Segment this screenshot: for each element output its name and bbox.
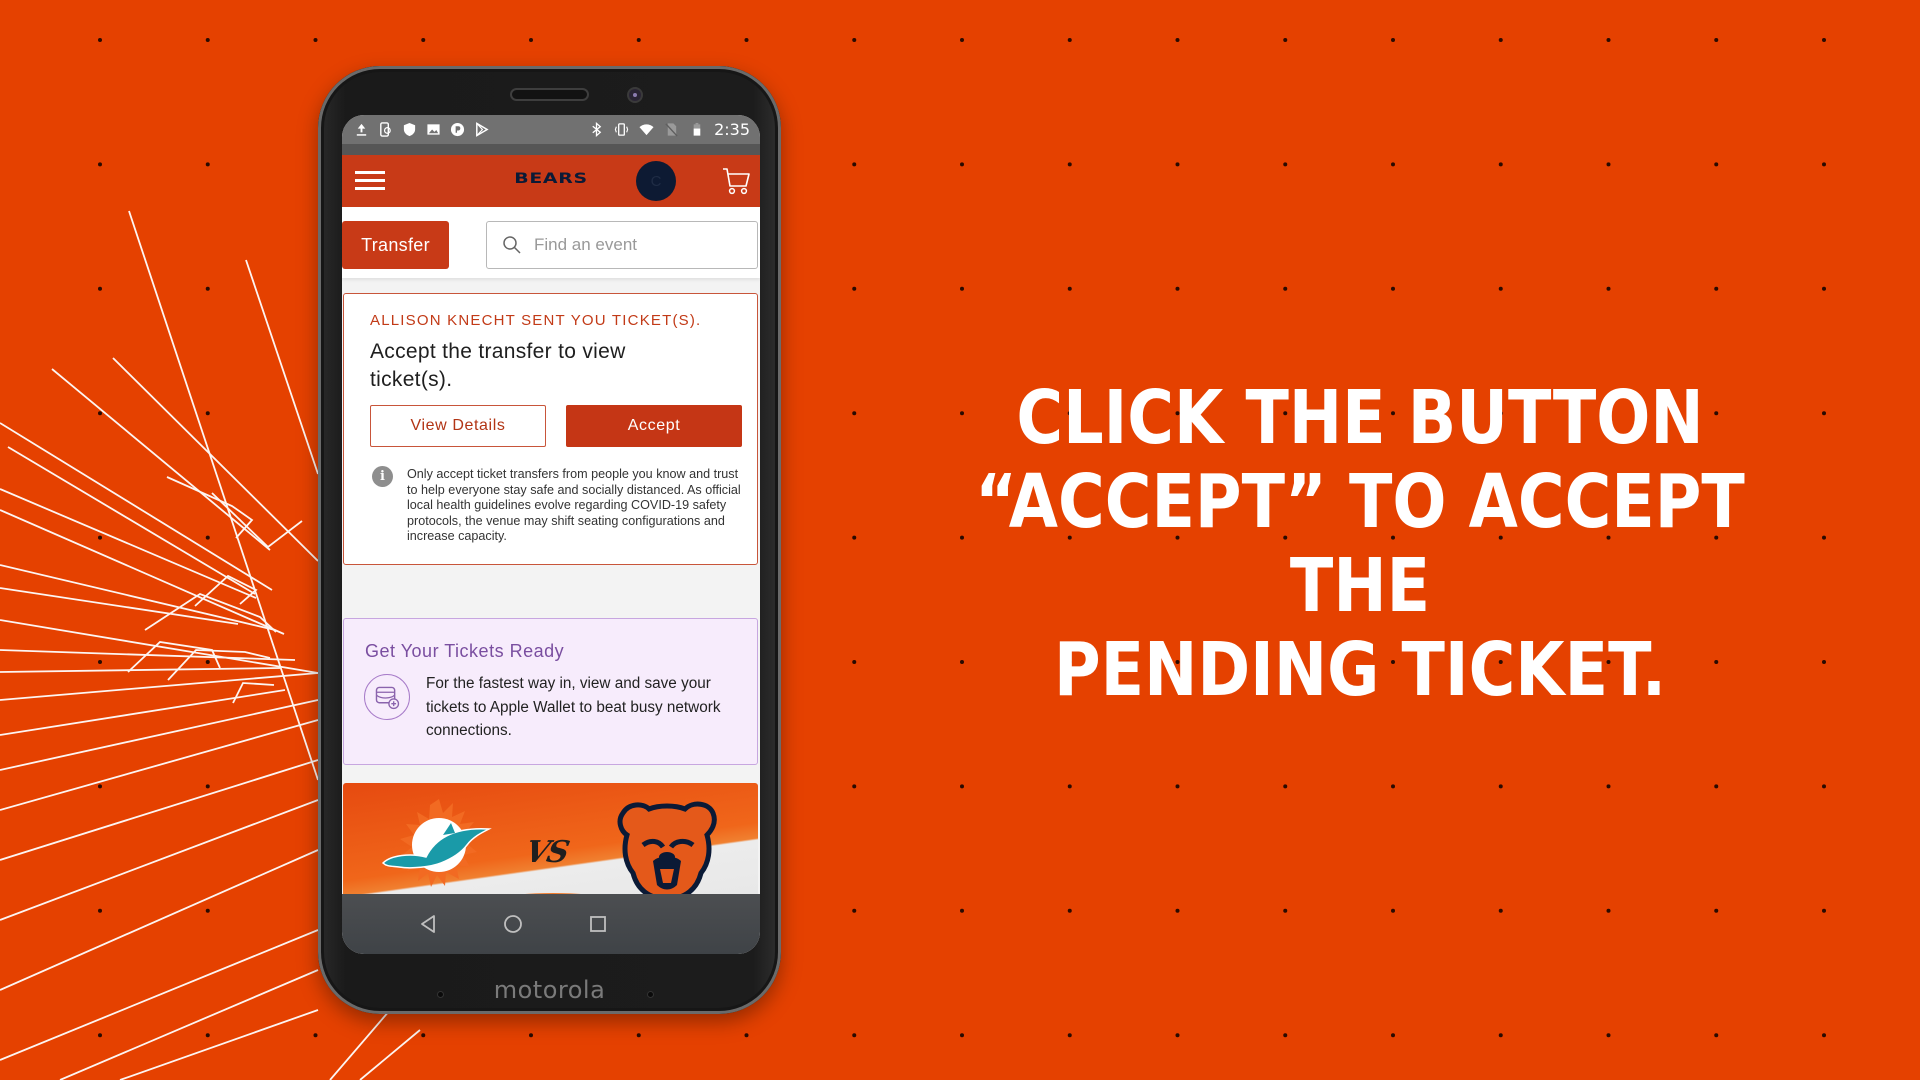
headline-line: “ACCEPT” TO ACCEPT THE [975,459,1745,629]
bluetooth-icon [592,122,602,137]
phone-screen: 2:35 BEARS C Transfer Find an event ALLI… [342,115,760,954]
bears-logo [617,801,717,902]
status-time: 2:35 [714,120,750,139]
search-box[interactable] [486,221,758,269]
search-icon [503,236,521,254]
recents-icon[interactable] [587,913,609,935]
cart-icon[interactable] [721,166,751,196]
status-bar: 2:35 [342,115,760,144]
microphone-hole [648,992,653,997]
pandora-icon [450,122,465,137]
play-store-icon [476,122,489,137]
instruction-headline: CLICK THE BUTTON “ACCEPT” TO ACCEPT THE … [964,376,1755,712]
no-sim-icon [665,123,678,137]
android-nav-bar [342,894,760,954]
front-camera [629,89,641,101]
phone-sync-icon [380,122,391,137]
wifi-icon [639,124,654,136]
bears-wordmark-logo: BEARS [514,171,588,187]
avatar-initial: C [650,172,662,190]
transfer-safety-note: Only accept ticket transfers from people… [407,467,741,543]
earpiece [510,88,589,101]
transfer-button[interactable]: Transfer [342,221,449,269]
get-tickets-ready-card: Get Your Tickets Ready For the fastest w… [343,618,758,765]
avatar[interactable]: C [636,161,676,201]
upload-icon [356,123,367,136]
toolbar: Transfer [342,207,760,278]
image-icon [427,124,440,135]
hamburger-icon[interactable] [355,171,385,191]
vibrate-icon [614,123,629,136]
microphone-hole [438,992,443,997]
back-icon[interactable] [417,913,439,935]
ready-card-title: Get Your Tickets Ready [365,641,565,661]
phone-brand-logo: motorola [493,976,606,1004]
battery-icon [693,122,701,136]
transfer-sender-line: ALLISON KNECHT SENT YOU TICKET(S). [370,312,702,329]
pending-transfer-card: ALLISON KNECHT SENT YOU TICKET(S). Accep… [343,293,758,565]
versus-label: VS [522,835,571,870]
phone-device: 2:35 BEARS C Transfer Find an event ALLI… [318,66,781,1014]
ready-card-text: For the fastest way in, view and save yo… [426,675,721,739]
search-input[interactable] [534,235,734,255]
dolphins-logo [381,799,492,887]
shield-icon [403,122,416,137]
home-icon[interactable] [502,913,524,935]
wallet-add-icon [364,674,410,720]
app-header: BEARS C [342,155,760,207]
info-icon: i [372,466,393,487]
headline-line: PENDING TICKET. [1053,627,1667,713]
headline-line: CLICK THE BUTTON [1016,375,1704,461]
view-details-button[interactable]: View Details [370,405,546,447]
status-bar-shadow [342,144,760,155]
accept-button[interactable]: Accept [566,405,742,447]
transfer-message: Accept the transfer to view ticket(s). [370,340,626,391]
